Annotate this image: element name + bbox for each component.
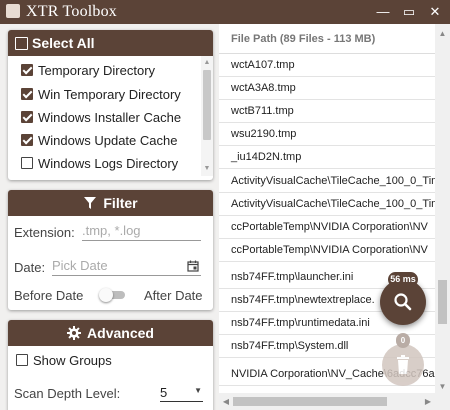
gear-icon	[67, 326, 82, 340]
funnel-icon	[84, 197, 97, 209]
table-row[interactable]: wctA107.tmp	[219, 54, 435, 77]
table-row[interactable]: wctA3A8.tmp	[219, 77, 435, 100]
file-list-horizontal-scrollbar[interactable]: ◀ ▶	[219, 393, 435, 410]
scroll-down-arrow-icon[interactable]: ▼	[435, 379, 450, 394]
filter-header: Filter	[8, 190, 213, 216]
trash-icon	[397, 355, 409, 374]
table-row[interactable]: ccPortableTemp\NVIDIA Corporation\NV	[219, 239, 435, 262]
table-row[interactable]: _iu14D2N.tmp	[219, 146, 435, 169]
show-groups-option[interactable]: Show Groups	[16, 350, 112, 370]
list-item-label: Windows Installer Cache	[38, 109, 182, 125]
checkbox[interactable]	[21, 111, 33, 123]
toggle-knob[interactable]	[99, 288, 113, 302]
minimize-button[interactable]: —	[373, 3, 393, 21]
select-all-header: Select All	[8, 30, 213, 56]
scrollbar-thumb[interactable]	[203, 70, 211, 140]
list-item-label: Temporary Directory	[38, 62, 156, 78]
extension-input[interactable]: .tmp, *.log	[82, 221, 201, 241]
checkbox[interactable]	[21, 64, 33, 76]
advanced-header: Advanced	[8, 320, 213, 346]
delete-button[interactable]	[382, 344, 424, 386]
title-bar: XTR Toolbox — ▭ ✕	[0, 0, 450, 24]
select-all-toggle[interactable]: Select All	[15, 35, 95, 51]
date-picker[interactable]: Pick Date	[52, 256, 201, 276]
scroll-up-arrow-icon[interactable]: ▲	[201, 57, 213, 69]
before-date-label: Before Date	[14, 288, 84, 303]
checkbox[interactable]	[21, 134, 33, 146]
filter-title: Filter	[103, 195, 138, 211]
scan-depth-select[interactable]: 5 ▼	[160, 382, 203, 402]
date-direction-toggle[interactable]	[99, 288, 127, 302]
scroll-right-arrow-icon[interactable]: ▶	[421, 393, 435, 410]
select-all-label: Select All	[32, 35, 95, 51]
table-row[interactable]: ActivityVisualCache\TileCache_100_0_Tim	[219, 170, 435, 193]
show-groups-checkbox[interactable]	[16, 354, 28, 366]
scrollbar-corner	[435, 393, 450, 410]
scroll-up-arrow-icon[interactable]: ▲	[435, 26, 450, 41]
table-row[interactable]: ActivityVisualCache\TileCache_100_0_Tim	[219, 193, 435, 216]
extension-placeholder: .tmp, *.log	[82, 223, 141, 238]
chevron-down-icon[interactable]: ▼	[194, 386, 202, 395]
list-item[interactable]: Windows Installer Cache	[21, 107, 181, 127]
maximize-button[interactable]: ▭	[399, 3, 419, 21]
left-panel: Select All Temporary Directory Win Tempo…	[0, 24, 219, 410]
list-item-label: Win Temporary Directory	[38, 86, 181, 102]
file-path-header[interactable]: File Path (89 Files - 113 MB)	[219, 24, 435, 54]
app-icon	[6, 4, 20, 18]
app-title: XTR Toolbox	[26, 3, 118, 20]
list-item-label: Windows Logs Directory	[38, 155, 179, 171]
list-scrollbar[interactable]: ▲ ▼	[201, 56, 213, 176]
scan-time-badge: 56 ms	[388, 272, 418, 287]
file-list-vertical-scrollbar[interactable]: ▲ ▼	[435, 24, 450, 396]
scroll-left-arrow-icon[interactable]: ◀	[219, 393, 233, 410]
scroll-down-arrow-icon[interactable]: ▼	[201, 163, 213, 175]
scrollbar-thumb[interactable]	[438, 280, 447, 324]
list-item[interactable]: Temporary Directory	[21, 60, 155, 80]
list-item[interactable]: Windows Update Cache	[21, 130, 177, 150]
table-row[interactable]: wsu2190.tmp	[219, 123, 435, 146]
checkbox[interactable]	[21, 157, 33, 169]
advanced-title: Advanced	[87, 325, 154, 341]
cleanup-card: Select All Temporary Directory Win Tempo…	[8, 30, 213, 180]
scrollbar-thumb[interactable]	[233, 397, 387, 406]
advanced-card: Advanced Show Groups Scan Depth Level: 5…	[8, 320, 213, 410]
table-row[interactable]: ccPortableTemp\NVIDIA Corporation\NV	[219, 216, 435, 239]
directory-list: Temporary Directory Win Temporary Direct…	[8, 56, 213, 176]
filter-card: Filter Extension: .tmp, *.log Date: Pick…	[8, 190, 213, 310]
scan-depth-value: 5	[160, 385, 168, 400]
calendar-icon[interactable]	[187, 260, 199, 272]
after-date-label: After Date	[144, 288, 203, 303]
delete-count-badge: 0	[396, 333, 410, 348]
select-all-checkbox[interactable]	[15, 36, 28, 50]
list-item[interactable]: Win Temporary Directory	[21, 84, 181, 104]
show-groups-label: Show Groups	[33, 352, 112, 368]
extension-label: Extension:	[14, 225, 75, 240]
list-item[interactable]: Windows Logs Directory	[21, 153, 178, 173]
checkbox[interactable]	[21, 88, 33, 100]
date-placeholder: Pick Date	[52, 258, 108, 273]
list-item-label: Windows Update Cache	[38, 132, 178, 148]
date-label: Date:	[14, 260, 46, 275]
close-button[interactable]: ✕	[425, 3, 445, 21]
scan-depth-label: Scan Depth Level:	[14, 386, 121, 401]
table-row[interactable]: wctB711.tmp	[219, 100, 435, 123]
